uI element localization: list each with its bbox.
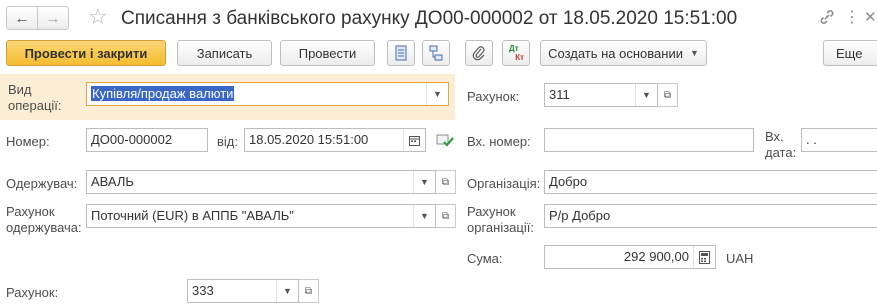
account-bottom-field[interactable]: 333 ▼ [187,279,299,303]
incoming-number-label: Вх. номер: [467,134,531,149]
open-recipient-account-button[interactable]: ⧉ [436,204,456,228]
dropdown-arrow-icon[interactable]: ▼ [635,84,657,106]
recipient-account-value: Поточний (EUR) в АППБ "АВАЛЬ" [91,208,294,223]
calculator-icon[interactable] [693,246,715,268]
dropdown-arrow-icon[interactable]: ▼ [413,171,435,193]
dropdown-arrow-icon[interactable]: ▼ [276,280,298,302]
link-icon[interactable] [818,8,836,32]
org-account-label-line2: організації: [467,220,534,235]
more-button[interactable]: Еще [823,40,877,66]
organization-field[interactable]: Добро [544,170,877,194]
amount-value: 292 900,00 [623,249,689,264]
paperclip-icon [472,46,485,61]
star-icon[interactable]: ☆ [88,4,108,30]
document-list-icon [395,45,407,61]
amount-label: Сума: [467,251,503,266]
open-icon: ⧉ [441,210,450,222]
window-title: Списання з банківського рахунку ДО00-000… [121,8,738,29]
amount-field[interactable]: 292 900,00 [544,245,716,269]
write-button[interactable]: Записать [177,40,272,66]
operation-type-field[interactable]: Купівля/продаж валюти ▼ [86,82,449,106]
post-and-close-button[interactable]: Провести і закрити [6,40,166,66]
date-value: 18.05.2020 15:51:00 [249,132,369,147]
forward-button[interactable]: → [37,6,69,30]
chevron-down-icon: ▼ [689,48,699,58]
posted-status-icon [436,132,454,151]
number-field[interactable]: ДО00-000002 [86,128,208,152]
org-account-label-line1: Рахунок [467,204,516,219]
open-icon: ⧉ [304,285,313,297]
operation-type-label-line1: Вид [8,82,32,97]
recipient-account-label-line2: одержувача: [6,220,82,235]
organization-label: Організація: [467,176,541,191]
recipient-field[interactable]: АВАЛЬ ▼ [86,170,436,194]
structure-button[interactable] [422,40,450,66]
recipient-account-field[interactable]: Поточний (EUR) в АППБ "АВАЛЬ" ▼ [86,204,436,228]
account-top-field[interactable]: 311 ▼ [544,83,658,107]
account-top-label: Рахунок: [467,89,520,104]
account-top-value: 311 [549,87,570,102]
incoming-number-field[interactable] [544,128,754,152]
date-field[interactable]: 18.05.2020 15:51:00 [244,128,426,152]
currency-label: UAH [726,251,754,266]
kt-label: Кт [515,53,524,62]
number-label: Номер: [6,134,50,149]
date-from-label: від: [217,134,238,149]
account-bottom-label: Рахунок: [6,285,59,300]
dt-label: Дт [509,44,519,53]
hierarchy-icon [429,45,443,61]
open-icon: ⧉ [441,176,450,188]
incoming-date-label-line2: дата: [765,145,797,160]
recipient-label: Одержувач: [6,176,78,191]
account-bottom-value: 333 [192,283,214,298]
open-recipient-button[interactable]: ⧉ [436,170,456,194]
incoming-date-field[interactable]: . . [801,128,877,152]
operation-type-label-line2: операції: [8,98,62,113]
arrow-right-icon: → [45,9,61,27]
open-icon: ⧉ [663,89,672,101]
open-account-bottom-button[interactable]: ⧉ [299,279,319,303]
create-based-on-label: Создать на основании [548,45,683,61]
create-based-on-button[interactable]: Создать на основании ▼ [540,40,707,66]
dt-kt-button[interactable]: Дт Кт [502,40,530,66]
back-button[interactable]: ← [6,6,38,30]
arrow-left-icon: ← [14,9,30,27]
calendar-icon[interactable] [403,129,425,151]
dropdown-arrow-icon[interactable]: ▼ [426,83,448,105]
more-vertical-icon[interactable]: ⋮ [844,8,860,28]
attach-button[interactable] [465,40,493,66]
org-account-field[interactable]: Р/р Добро [544,204,877,228]
operation-type-value: Купівля/продаж валюти [91,86,235,101]
open-account-top-button[interactable]: ⧉ [658,83,678,107]
incoming-date-label-line1: Вх. [765,129,784,144]
recipient-account-label-line1: Рахунок [6,204,55,219]
close-icon[interactable]: ✕ [864,8,877,28]
recipient-value: АВАЛЬ [91,174,134,189]
dropdown-arrow-icon[interactable]: ▼ [413,205,435,227]
document-list-button[interactable] [387,40,415,66]
post-button[interactable]: Провести [280,40,375,66]
